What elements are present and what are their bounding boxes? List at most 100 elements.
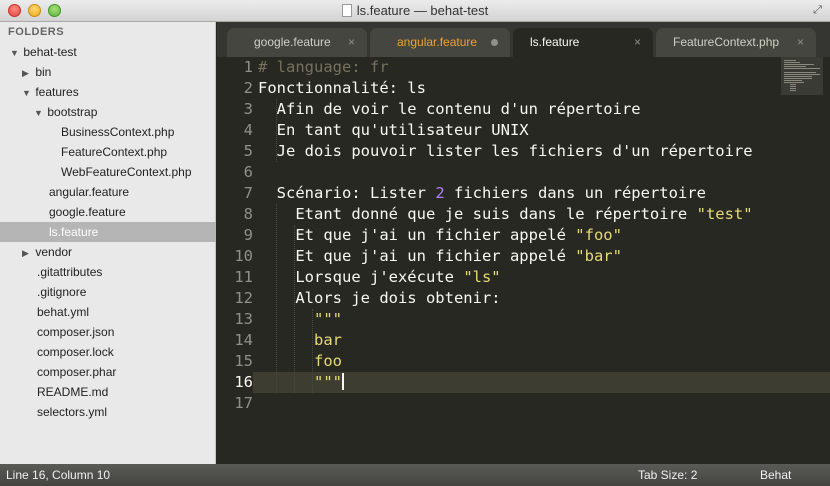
code-line[interactable]: Scénario: Lister 2 fichiers dans un répe…: [258, 183, 706, 204]
line-number: 5: [243, 142, 253, 160]
code-token: Et que j'ai un fichier appelé: [258, 226, 576, 244]
window-title-text: ls.feature — behat-test: [356, 3, 489, 18]
code-token: "foo": [575, 226, 622, 244]
tree-folder-behat-test[interactable]: ▼ behat-test: [0, 42, 216, 62]
minimap-line: [790, 84, 796, 85]
code-line[interactable]: Afin de voir le contenu d'un répertoire: [258, 99, 641, 120]
line-number: 16: [234, 373, 253, 391]
tab-featurecontext-php[interactable]: FeatureContext.php ×: [656, 28, 816, 57]
tree-file-readme[interactable]: README.md: [0, 382, 216, 402]
code-line[interactable]: Je dois pouvoir lister les fichiers d'un…: [258, 141, 753, 162]
tree-file-ls-feature[interactable]: ls.feature: [0, 222, 216, 242]
code-line[interactable]: Alors je dois obtenir:: [258, 288, 500, 309]
code-line[interactable]: # language: fr: [258, 57, 389, 78]
code-line[interactable]: Lorsque j'exécute "ls": [258, 267, 501, 288]
fullscreen-icon[interactable]: ⤢: [811, 4, 824, 17]
minimap-line: [790, 90, 796, 91]
tree-file-gitattributes[interactable]: .gitattributes: [0, 262, 216, 282]
code-token: Lorsque j'exécute: [258, 268, 464, 286]
document-icon: [341, 4, 352, 17]
expanded-arrow-icon[interactable]: ▼: [22, 83, 32, 103]
cursor-position: Line 16, Column 10: [6, 468, 111, 482]
code-token: "ls": [463, 268, 501, 286]
code-line[interactable]: Etant donné que je suis dans le répertoi…: [258, 204, 753, 225]
code-token: "test": [696, 205, 753, 223]
tree-item-label: BusinessContext.php: [61, 125, 175, 139]
tree-file-gitignore[interactable]: .gitignore: [0, 282, 216, 302]
minimap-line: [784, 72, 816, 73]
tree-file-composer-json[interactable]: composer.json: [0, 322, 216, 342]
close-icon[interactable]: ×: [634, 28, 641, 57]
line-number: 6: [243, 163, 253, 181]
tree-item-label: README.md: [37, 385, 109, 399]
tree-file-angular-feature[interactable]: angular.feature: [0, 182, 216, 202]
tree-file-featurecontext[interactable]: FeatureContext.php: [0, 142, 216, 162]
expanded-arrow-icon[interactable]: ▼: [34, 103, 44, 123]
close-icon[interactable]: ×: [348, 28, 355, 57]
tree-item-label: .gitattributes: [37, 265, 103, 279]
tree-file-selectors-yml[interactable]: selectors.yml: [0, 402, 216, 422]
tab-ls-feature[interactable]: ls.feature ×: [513, 28, 653, 57]
line-number: 12: [234, 289, 253, 307]
code-line[interactable]: En tant qu'utilisateur UNIX: [258, 120, 529, 141]
collapsed-arrow-icon[interactable]: ▶: [22, 63, 32, 83]
code-token: Fonctionnalité: ls: [258, 79, 426, 97]
code-line[interactable]: Fonctionnalité: ls: [258, 78, 426, 99]
tree-item-label: .gitignore: [37, 285, 87, 299]
collapsed-arrow-icon[interactable]: ▶: [22, 243, 32, 263]
code-line[interactable]: foo: [258, 351, 342, 372]
minimap-line: [784, 82, 804, 83]
tree-folder-bin[interactable]: ▶ bin: [0, 62, 216, 82]
tree-file-behat-yml[interactable]: behat.yml: [0, 302, 216, 322]
syntax-selector[interactable]: Behat: [760, 464, 791, 486]
tab-label: FeatureContext.php: [673, 35, 780, 49]
tree-item-label: features: [35, 85, 79, 99]
code-editor[interactable]: 1 2 3 4 5 6 7 8 9 10 11 12 13 14 15 16 17 # language: fr…: [217, 57, 830, 464]
line-number: 3: [243, 100, 253, 118]
tree-item-label: behat.yml: [37, 305, 90, 319]
line-number: 14: [234, 331, 253, 349]
tree-file-businesscontext[interactable]: BusinessContext.php: [0, 122, 216, 142]
minimap-line: [784, 74, 820, 75]
code-line[interactable]: """: [258, 372, 344, 393]
minimap[interactable]: [781, 57, 823, 95]
line-number: 10: [234, 247, 253, 265]
code-line[interactable]: bar: [258, 330, 342, 351]
code-token: Je dois pouvoir lister les fichiers d'un…: [258, 142, 753, 160]
tree-item-label: bootstrap: [47, 105, 98, 119]
code-line[interactable]: Et que j'ai un fichier appelé "bar": [258, 246, 622, 267]
tab-size-selector[interactable]: Tab Size: 2: [638, 464, 697, 486]
code-line[interactable]: Et que j'ai un fichier appelé "foo": [258, 225, 622, 246]
tree-folder-bootstrap[interactable]: ▼ bootstrap: [0, 102, 216, 122]
code-token: foo: [314, 352, 342, 370]
minimap-line: [784, 62, 800, 63]
unsaved-dot-icon[interactable]: [491, 39, 498, 46]
close-icon[interactable]: ×: [797, 28, 804, 57]
sidebar-header: FOLDERS: [8, 26, 65, 38]
tree-file-webfeaturecontext[interactable]: WebFeatureContext.php: [0, 162, 216, 182]
line-number: 17: [234, 394, 253, 412]
line-number: 15: [234, 352, 253, 370]
code-token: """: [314, 310, 342, 328]
minimap-line: [784, 68, 820, 69]
code-line[interactable]: """: [258, 309, 342, 330]
tab-angular-feature[interactable]: angular.feature: [370, 28, 510, 57]
text-cursor: [342, 373, 344, 390]
tree-item-label: composer.lock: [37, 345, 114, 359]
tree-folder-features[interactable]: ▼ features: [0, 82, 216, 102]
code-token: Etant donné que je suis dans le répertoi…: [258, 205, 697, 223]
tree-file-composer-phar[interactable]: composer.phar: [0, 362, 216, 382]
minimap-line: [784, 66, 806, 67]
tree-folder-vendor[interactable]: ▶ vendor: [0, 242, 216, 262]
code-token: Scénario: Lister: [258, 184, 436, 202]
tab-google-feature[interactable]: google.feature ×: [227, 28, 367, 57]
code-token: bar: [314, 331, 342, 349]
tree-item-label: composer.json: [37, 325, 115, 339]
tab-label: ls.feature: [530, 35, 580, 49]
expanded-arrow-icon[interactable]: ▼: [10, 43, 20, 63]
tree-file-composer-lock[interactable]: composer.lock: [0, 342, 216, 362]
tree-item-label: vendor: [35, 245, 73, 259]
tab-label: angular.feature: [397, 35, 478, 49]
tree-file-google-feature[interactable]: google.feature: [0, 202, 216, 222]
